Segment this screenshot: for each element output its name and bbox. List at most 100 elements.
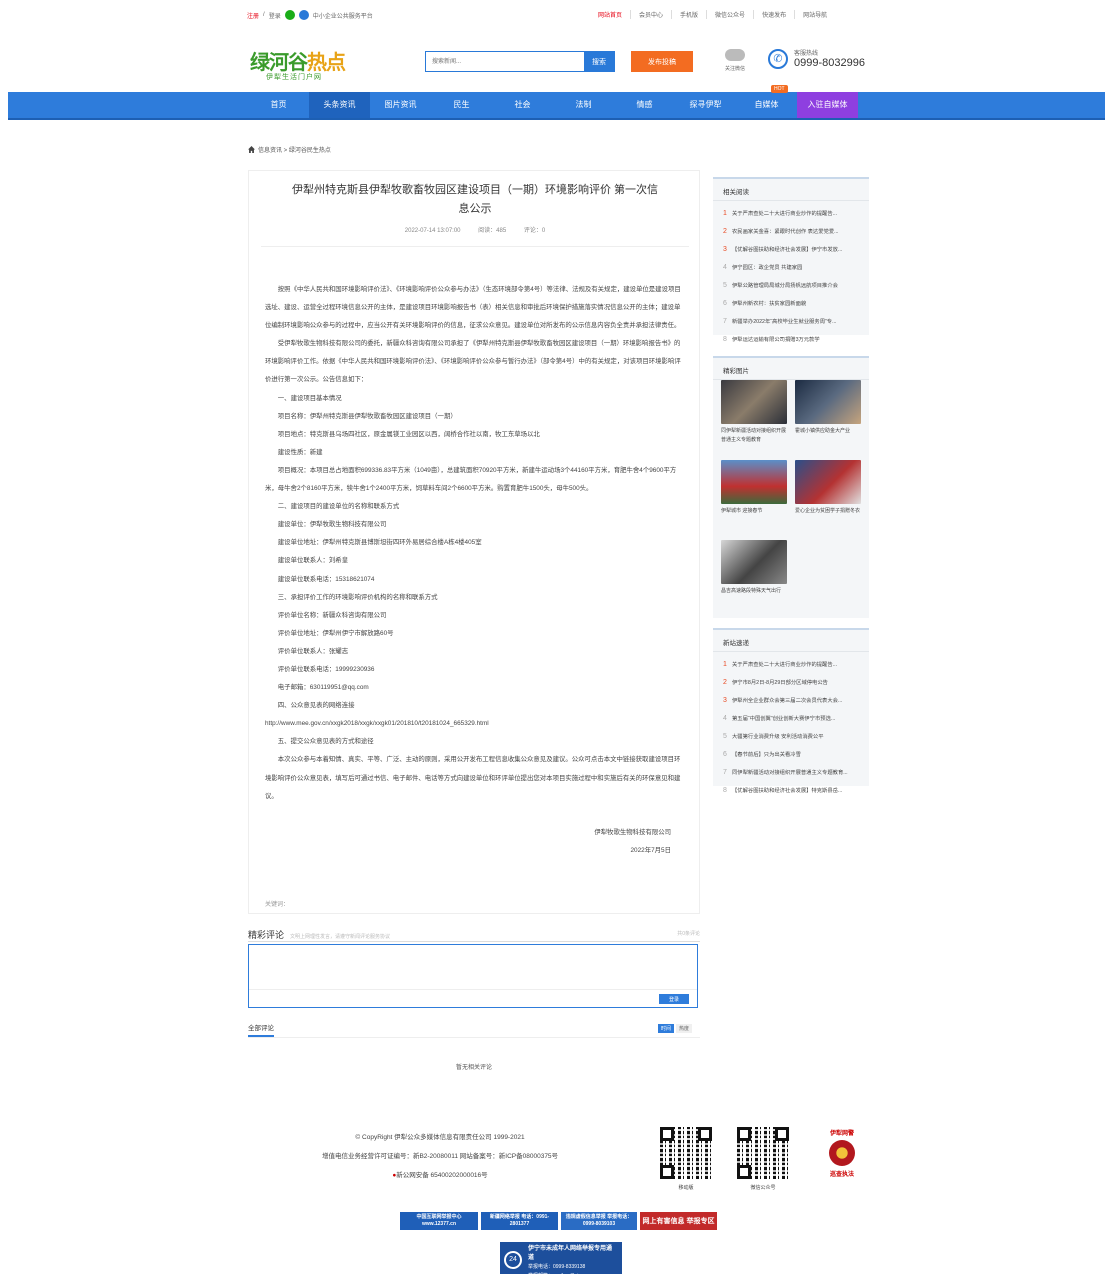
report-banner-xinjiang[interactable]: 新疆网络举报 电话：0991-2801377 <box>481 1212 558 1230</box>
home-icon[interactable] <box>248 146 255 153</box>
site-logo[interactable]: 绿河谷热点 伊犁生活门户网 <box>250 46 360 82</box>
section-heading: 三、承担评价工作的环境影响评价机构的名称和联系方式 <box>277 593 438 601</box>
paragraph: 项目概况：本项目总占地面积699336.83平方米（1049亩），总建筑面积70… <box>265 466 677 493</box>
latest-news: 新站速递 1 关于严肃查处二十大进行商业炒作的提醒告... 2 伊宁市8月2日-8月… <box>713 628 869 794</box>
news-title: 新站速递 <box>713 630 869 652</box>
search-input[interactable] <box>426 52 586 71</box>
all-comments-tab[interactable]: 全部评论 <box>248 1022 274 1037</box>
nav-society[interactable]: 社会 <box>492 92 553 118</box>
news-item[interactable]: 3 伊犁州全企业群众会第三届二次会员代表大会... <box>723 692 859 710</box>
nav-we-media[interactable]: 自媒体 <box>736 92 797 118</box>
news-item[interactable]: 2 伊宁市8月2日-8月29日部分区域停电公告 <box>723 674 859 692</box>
minor-report-banner[interactable]: 24 伊宁市未成年人网络举报专用通道 举报电话：0999-8339138 举报邮… <box>500 1242 622 1279</box>
related-item[interactable]: 4 伊宁园区：政企党员 共建家园 <box>723 259 859 277</box>
search-box: 搜索 <box>425 51 615 72</box>
paragraph: 评价单位联系人：张耀志 <box>277 647 349 655</box>
related-item[interactable]: 7 新疆举办2022年“高校毕业生就业服务周”专... <box>723 313 859 331</box>
related-item[interactable]: 8 伊犁运达运输有限公司捐赠3万元款学 <box>723 331 859 349</box>
nav-livelihood[interactable]: 民生 <box>431 92 492 118</box>
nav-law[interactable]: 法制 <box>553 92 614 118</box>
report-banner-12377[interactable]: 中国互联网举报中心 www.12377.cn <box>400 1212 478 1230</box>
hotline: ✆ 客服热线 0999-8032996 <box>768 48 865 69</box>
related-reading: 相关阅读 1 关于严肃查处二十大进行商业炒作的提醒告... 2 农民画家关金喜：紧跟… <box>713 177 869 343</box>
comment-login-button[interactable]: 登录 <box>659 994 689 1004</box>
breadcrumb-text[interactable]: 信息资讯 > 绿河谷民生热点 <box>258 145 331 154</box>
picture-card[interactable]: 爱心企业为贫困学子捐赠冬衣 <box>795 460 861 516</box>
qr-code-icon <box>660 1127 712 1179</box>
logo-text: 绿河谷 <box>250 50 308 74</box>
top-bar: 注册 / 登录 中小企业公共服务平台 网站首页 会员中心 手机版 微信公众号 快… <box>0 0 1105 28</box>
minor-mail: 举报邮箱：ynsjbzx@sina.com <box>528 1273 595 1279</box>
paragraph: 受伊犁牧歌生物科技有限公司的委托，新疆众科咨询有限公司承担了《伊犁州特克斯县伊犁… <box>265 340 681 384</box>
related-item[interactable]: 3 【优解谷图扶助和经济社会发展】伊宁市发放... <box>723 241 859 259</box>
police-record[interactable]: ●新公网安备 65400202000016号 <box>300 1166 580 1185</box>
police-badge-top: 伊犁网警 <box>829 1131 854 1137</box>
register-link[interactable]: 注册 <box>247 11 259 20</box>
picture-card[interactable]: 伊犁城市 迎接春节 <box>721 460 787 516</box>
nav-home[interactable]: 首页 <box>248 92 309 118</box>
related-item[interactable]: 6 伊犁州新农村：扶贫家园新面貌 <box>723 295 859 313</box>
sign-company: 伊犁牧歌生物科技有限公司 <box>594 828 671 836</box>
sort-by-hot[interactable]: 热度 <box>675 1024 692 1033</box>
news-item[interactable]: 1 关于严肃查处二十大进行商业炒作的提醒告... <box>723 656 859 674</box>
picture-caption: 霍城小镇供应助金大产业 <box>795 428 851 434</box>
paragraph: 建设单位地址：伊犁州特克斯县博斯坦街四环外易居综合楼A栋4楼405室 <box>277 539 482 547</box>
picture-thumb <box>721 460 787 504</box>
related-item[interactable]: 5 伊犁公路管理局局城分局扬帆远航项目推介会 <box>723 277 859 295</box>
police-badge-bottom: 巡查执法 <box>829 1172 854 1178</box>
qr-wechat: 微信公众号 <box>737 1127 789 1191</box>
breadcrumb: 信息资讯 > 绿河谷民生热点 <box>248 145 331 154</box>
paragraph: 建设单位联系电话：15318621074 <box>277 575 375 583</box>
picture-card[interactable]: 昌吉高速路段特殊天气出行 <box>721 540 787 596</box>
wechat-icon[interactable] <box>284 10 295 20</box>
paragraph: 建设单位联系人：刘希皇 <box>277 557 349 565</box>
related-item[interactable]: 2 农民画家关金喜：紧跟时代创作 表达爱党爱... <box>723 223 859 241</box>
news-item[interactable]: 6 【春节前后】只为出关看冷雪 <box>723 746 859 764</box>
news-item[interactable]: 7 同伊犁新疆活动对接组织开展普通主义专题教育... <box>723 764 859 782</box>
police-badge[interactable]: 伊犁网警 巡查执法 <box>820 1128 864 1178</box>
paragraph: 按照《中华人民共和国环境影响评价法》、《环境影响评价公众参与办法》（生态环境部令… <box>265 286 681 330</box>
nav-join-we-media[interactable]: 入驻自媒体 <box>797 92 858 118</box>
survey-link[interactable]: http://www.mee.gov.cn/xxgk2018/xxgk/xxgk… <box>265 715 685 733</box>
nav-emotion[interactable]: 情感 <box>614 92 675 118</box>
main-nav: 首页 头条资讯 图片资讯 民生 社会 法制 情感 探寻伊犁 自媒体 入驻自媒体 … <box>8 85 1105 120</box>
news-item[interactable]: 4 第五届“中国创翼”创业创新大赛伊宁市预选... <box>723 710 859 728</box>
article-meta: 2022-07-14 13:07:00 阅读：485 评论：0 <box>249 225 701 234</box>
license: 增值电信业务经营许可证编号：新B2-20080011 网站备案号：新ICP备08… <box>321 1153 559 1160</box>
top-link-wechat[interactable]: 微信公众号 <box>706 10 753 19</box>
post-button[interactable]: 发布投稿 <box>631 51 693 72</box>
comment-input[interactable] <box>252 948 692 988</box>
nav-headlines[interactable]: 头条资讯 <box>309 92 370 118</box>
platform-link[interactable]: 中小企业公共服务平台 <box>313 11 373 20</box>
top-link-home[interactable]: 网站首页 <box>590 10 630 19</box>
wechat-follow[interactable]: 关注微信 <box>720 49 750 72</box>
section-heading: 二、建设项目的建设单位的名称和联系方式 <box>277 503 400 511</box>
picture-thumb <box>721 380 787 424</box>
top-link-member[interactable]: 会员中心 <box>630 10 671 19</box>
nav-explore[interactable]: 探寻伊犁 <box>675 92 736 118</box>
picture-card[interactable]: 霍城小镇供应助金大产业 <box>795 380 861 436</box>
news-item[interactable]: 5 大疆第行业消费升级 安利活动消费公平 <box>723 728 859 746</box>
report-banner-false-info[interactable]: 违规虚假信息举报 举报电话：0999-8039103 <box>561 1212 637 1230</box>
top-link-publish[interactable]: 快速发布 <box>753 10 794 19</box>
paragraph: 项目名称：伊犁州特克斯县伊犁牧歌畜牧园区建设项目（一期） <box>277 412 457 420</box>
comments-count: 共0条评论 <box>677 931 700 937</box>
paragraph: 评价单位联系电话：19999230936 <box>277 665 375 673</box>
phone-24h-icon: 24 <box>504 1251 522 1269</box>
qq-icon[interactable] <box>298 10 309 20</box>
search-button[interactable]: 搜索 <box>584 52 614 71</box>
hotline-label: 客服热线 <box>794 51 819 57</box>
related-item[interactable]: 1 关于严肃查处二十大进行商业炒作的提醒告... <box>723 205 859 223</box>
login-link[interactable]: 登录 <box>269 11 281 20</box>
article-body: 按照《中华人民共和国环境影响评价法》、《环境影响评价公众参与办法》（生态环境部令… <box>265 263 685 860</box>
nav-photos[interactable]: 图片资讯 <box>370 92 431 118</box>
top-link-mobile[interactable]: 手机版 <box>671 10 706 19</box>
report-banner-harmful[interactable]: 网上有害信息 举报专区 <box>640 1212 717 1230</box>
article-views: 阅读：485 <box>478 228 507 234</box>
picture-caption: 同伊犁新疆活动对接组织开展普通主义专题教育 <box>721 428 787 443</box>
news-item[interactable]: 8 【优解谷图扶助和经济社会发展】特克斯县岳... <box>723 782 859 800</box>
top-link-sitemap[interactable]: 网站导航 <box>794 10 835 19</box>
sort-by-time[interactable]: 时间 <box>657 1024 674 1033</box>
picture-card[interactable]: 同伊犁新疆活动对接组织开展普通主义专题教育 <box>721 380 787 445</box>
qr-label: 微信公众号 <box>750 1185 776 1191</box>
